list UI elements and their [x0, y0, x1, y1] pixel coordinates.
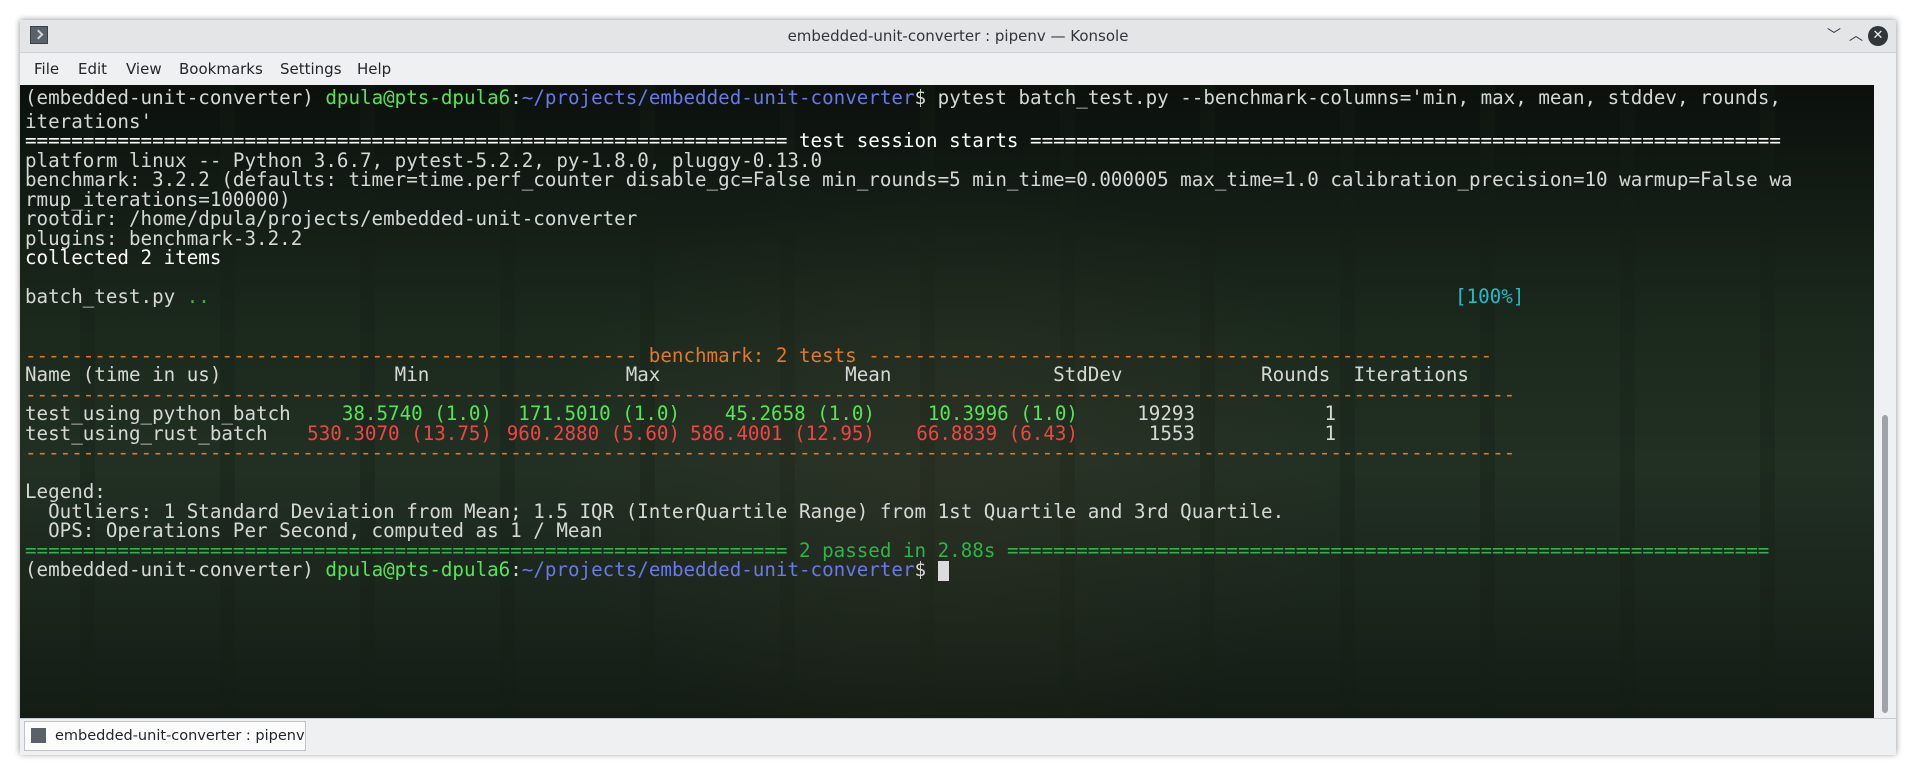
prompt-colon: : [510, 86, 522, 109]
prompt-path: ~/projects/embedded-unit-converter [521, 86, 915, 109]
terminal-icon [31, 728, 46, 743]
test-file-line: batch_test.py .. [25, 285, 210, 309]
text-cursor [937, 560, 949, 581]
tab-bar: embedded-unit-converter : pipenv [20, 718, 1896, 755]
vertical-scrollbar[interactable] [1874, 85, 1896, 718]
command-text: pytest batch_test.py --benchmark-columns… [937, 86, 1781, 109]
menu-help[interactable]: Help [357, 53, 391, 85]
session-tab[interactable]: embedded-unit-converter : pipenv [24, 721, 306, 751]
maximize-button[interactable]: ︿ [1846, 26, 1866, 46]
terminal-output[interactable]: (embedded-unit-converter) dpula@pts-dpul… [20, 85, 1874, 718]
prompt-env: (embedded-unit-converter) [25, 558, 326, 581]
collected-line: collected 2 items [25, 246, 222, 269]
result-right: ========================================… [1006, 539, 1770, 562]
command-line: (embedded-unit-converter) dpula@pts-dpul… [25, 86, 1781, 110]
menu-view[interactable]: View [126, 53, 162, 85]
prompt-dollar: $ [914, 86, 938, 109]
session-title: test session starts [787, 129, 1031, 152]
table-divider-bottom: ----------------------------------------… [25, 441, 1516, 464]
prompt-env: (embedded-unit-converter) [25, 86, 326, 109]
menu-bookmarks[interactable]: Bookmarks [179, 53, 263, 85]
banner-right: ========================================… [1030, 129, 1781, 152]
menu-settings[interactable]: Settings [280, 53, 342, 85]
window-title: embedded-unit-converter : pipenv — Konso… [787, 27, 1129, 45]
tab-label: embedded-unit-converter : pipenv [55, 728, 305, 744]
prompt-path: ~/projects/embedded-unit-converter [521, 558, 915, 581]
current-prompt: (embedded-unit-converter) dpula@pts-dpul… [25, 558, 949, 582]
test-dots: .. [186, 285, 210, 308]
scrollbar-thumb[interactable] [1882, 415, 1888, 713]
menu-edit[interactable]: Edit [78, 53, 107, 85]
progress-indicator: [100%] [1455, 285, 1525, 308]
prompt-userhost: dpula@pts-dpula6 [325, 558, 511, 581]
menu-file[interactable]: File [34, 53, 59, 85]
minimize-button[interactable]: ﹀ [1824, 26, 1844, 46]
prompt-dollar: $ [914, 558, 938, 581]
konsole-window: embedded-unit-converter : pipenv — Konso… [20, 20, 1896, 755]
title-bar[interactable]: embedded-unit-converter : pipenv — Konso… [20, 20, 1896, 53]
test-file-name: batch_test.py [25, 285, 187, 308]
menu-bar: File Edit View Bookmarks Settings Help [20, 53, 1896, 85]
prompt-userhost: dpula@pts-dpula6 [325, 86, 511, 109]
close-button[interactable]: ✕ [1868, 26, 1888, 46]
prompt-colon: : [510, 558, 522, 581]
